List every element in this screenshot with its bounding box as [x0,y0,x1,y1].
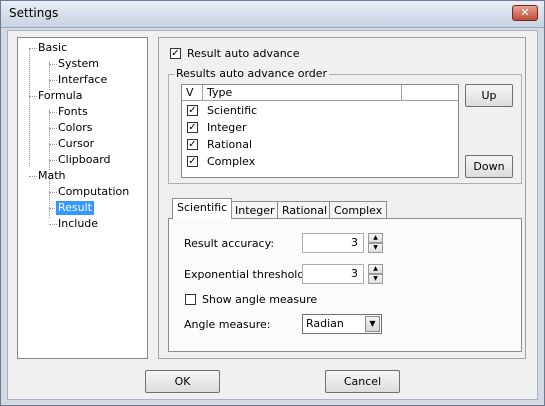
list-item[interactable]: Complex [207,155,255,168]
tree-item-colors[interactable]: Colors [58,121,92,135]
result-accuracy-label: Result accuracy: [184,237,275,250]
dialog-client: Basic System Interface Formula Fonts Col… [7,30,538,400]
ok-button[interactable]: OK [145,370,220,393]
check-icon: ✓ [188,105,197,116]
move-up-button[interactable]: Up [465,84,513,107]
tree-connector [49,224,57,225]
spin-up-button[interactable]: ▲ [368,264,383,274]
scientific-tab-pane: Result accuracy: 3 ▲ ▼ Exponential thres… [168,218,522,352]
tree-connector [49,192,57,193]
tree-connector [29,48,30,166]
tree-item-interface[interactable]: Interface [58,73,107,87]
angle-measure-value: Radian [306,317,344,330]
spin-down-button[interactable]: ▼ [368,243,383,253]
window-title: Settings [9,6,59,20]
tree-connector [49,80,57,81]
exponential-threshold-label: Exponential threshold: [184,268,309,281]
result-auto-advance-label[interactable]: Result auto advance [187,47,300,60]
tab-scientific[interactable]: Scientific [172,198,233,219]
tree-item-math[interactable]: Math [38,169,66,183]
list-item[interactable]: Rational [207,138,252,151]
advance-order-list[interactable]: V Type ✓ Scientific ✓ Integer ✓ Rational… [181,84,459,178]
tree-connector [49,112,57,113]
list-header: V Type [182,85,458,101]
check-icon: ✓ [171,48,180,59]
tree-connector [29,176,37,177]
title-bar[interactable]: Settings ✕ [1,1,544,28]
cancel-button[interactable]: Cancel [325,370,400,393]
auto-advance-order-title: Results auto advance order [174,67,330,80]
tree-item-computation[interactable]: Computation [58,185,129,199]
angle-measure-select[interactable]: Radian ▼ [302,314,382,334]
tree-connector [49,64,57,65]
tree-item-cursor[interactable]: Cursor [58,137,94,151]
chevron-down-icon: ▼ [373,275,378,282]
tab-complex[interactable]: Complex [329,201,388,219]
spin-up-button[interactable]: ▲ [368,233,383,243]
chevron-up-icon: ▲ [373,265,378,272]
list-item[interactable]: Scientific [207,104,257,117]
check-icon: ✓ [188,156,197,167]
tree-item-clipboard[interactable]: Clipboard [58,153,111,167]
close-icon: ✕ [520,6,530,19]
spin-down-button[interactable]: ▼ [368,274,383,284]
row-checkbox-integer[interactable]: ✓ [187,122,198,133]
tree-connector [49,144,57,145]
column-header-type[interactable]: Type [203,85,402,101]
column-header-empty [402,85,458,101]
show-angle-measure-label[interactable]: Show angle measure [202,293,317,306]
tree-item-result[interactable]: Result [56,201,94,215]
result-settings-panel: ✓ Result auto advance Results auto advan… [158,37,526,359]
chevron-up-icon: ▲ [373,234,378,241]
result-auto-advance-checkbox[interactable]: ✓ [170,48,181,59]
chevron-down-icon: ▼ [373,244,378,251]
tree-item-basic[interactable]: Basic [38,41,67,55]
tree-connector [49,160,57,161]
exponential-threshold-input[interactable]: 3 [302,264,364,284]
tree-item-include[interactable]: Include [58,217,98,231]
row-checkbox-rational[interactable]: ✓ [187,139,198,150]
chevron-down-icon: ▼ [369,319,376,328]
row-checkbox-complex[interactable]: ✓ [187,156,198,167]
tab-rational[interactable]: Rational [277,201,333,219]
result-accuracy-input[interactable]: 3 [302,233,364,253]
tree-connector [49,62,50,90]
tab-integer[interactable]: Integer [230,201,280,219]
tree-item-formula[interactable]: Formula [38,89,82,103]
angle-measure-label: Angle measure: [184,318,271,331]
move-down-button[interactable]: Down [465,155,513,178]
tree-connector [49,110,50,170]
show-angle-measure-checkbox[interactable] [185,294,196,305]
check-icon: ✓ [188,122,197,133]
row-checkbox-scientific[interactable]: ✓ [187,105,198,116]
list-item[interactable]: Integer [207,121,247,134]
tree-item-system[interactable]: System [58,57,99,71]
tree-item-fonts[interactable]: Fonts [58,105,88,119]
dropdown-button[interactable]: ▼ [365,316,380,332]
close-button[interactable]: ✕ [512,5,538,21]
tree-connector [29,48,37,49]
check-icon: ✓ [188,139,197,150]
auto-advance-order-group: Results auto advance order V Type ✓ Scie… [168,67,522,184]
tree-connector [29,96,37,97]
settings-window: Settings ✕ Basic System Interface Formul… [0,0,545,406]
column-header-v[interactable]: V [182,85,203,101]
settings-tree[interactable]: Basic System Interface Formula Fonts Col… [17,37,148,359]
tree-connector [49,128,57,129]
